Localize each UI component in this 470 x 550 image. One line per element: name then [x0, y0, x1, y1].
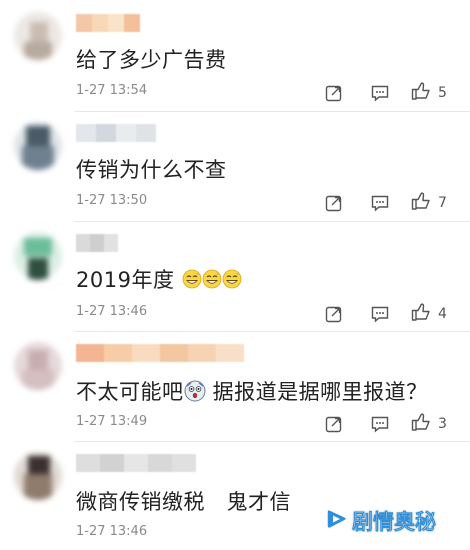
username-blurred[interactable] — [76, 344, 244, 362]
comment-text: 2019年度 — [76, 264, 242, 294]
play-logo-icon — [326, 507, 348, 535]
divider — [74, 441, 470, 442]
like-count: 3 — [438, 416, 447, 432]
like-button[interactable]: 4 — [410, 301, 447, 327]
grin-sweat-emoji-icon — [182, 269, 202, 294]
comment-icon[interactable] — [368, 414, 392, 434]
avatar[interactable] — [14, 232, 62, 280]
comment-text-tail: 据报道是据哪里报道？ — [205, 380, 428, 404]
divider — [74, 111, 470, 112]
username-blurred[interactable] — [76, 124, 156, 142]
avatar[interactable] — [14, 452, 62, 500]
comment-icon[interactable] — [368, 83, 392, 103]
username-blurred[interactable] — [76, 14, 140, 32]
username-blurred[interactable] — [76, 234, 118, 252]
avatar[interactable] — [14, 122, 62, 170]
like-button[interactable]: 7 — [410, 190, 447, 216]
like-count: 7 — [438, 195, 447, 211]
grin-sweat-emoji-icon — [222, 269, 242, 294]
divider — [74, 331, 470, 332]
grin-sweat-emoji-icon — [202, 269, 222, 294]
thumbs-up-icon — [410, 80, 432, 106]
share-icon[interactable] — [322, 304, 346, 324]
share-icon[interactable] — [322, 193, 346, 213]
share-icon[interactable] — [322, 83, 346, 103]
like-button[interactable]: 3 — [410, 411, 447, 437]
comment-time: 1-27 13:46 — [76, 304, 148, 319]
thumbs-up-icon — [410, 190, 432, 216]
like-button[interactable]: 5 — [410, 80, 447, 106]
username-blurred[interactable] — [76, 454, 196, 472]
watermark-text: 剧情奥秘 — [352, 510, 436, 534]
comment-time: 1-27 13:50 — [76, 193, 148, 208]
thumbs-up-icon — [410, 301, 432, 327]
avatar[interactable] — [14, 342, 62, 390]
shocked-emoji-icon — [184, 380, 206, 407]
thumbs-up-icon — [410, 411, 432, 437]
comment-icon[interactable] — [368, 304, 392, 324]
divider — [74, 221, 470, 222]
watermark: 剧情奥秘 — [326, 506, 436, 536]
comment-text-main: 不太可能吧 — [76, 380, 184, 404]
comment-text: 传销为什么不查 — [76, 158, 227, 182]
comment-time: 1-27 13:46 — [76, 524, 148, 539]
like-count: 4 — [438, 306, 447, 322]
comment-text: 不太可能吧 据报道是据哪里报道？ — [76, 376, 428, 407]
comment-text: 给了多少广告费 — [76, 48, 227, 72]
comment-time: 1-27 13:54 — [76, 83, 148, 98]
share-icon[interactable] — [322, 414, 346, 434]
avatar[interactable] — [14, 12, 62, 60]
comment-icon[interactable] — [368, 193, 392, 213]
comment-text: 微商传销缴税 鬼才信 — [76, 490, 291, 514]
comment-text-main: 2019年度 — [76, 268, 175, 292]
like-count: 5 — [438, 85, 447, 101]
comment-time: 1-27 13:49 — [76, 414, 148, 429]
